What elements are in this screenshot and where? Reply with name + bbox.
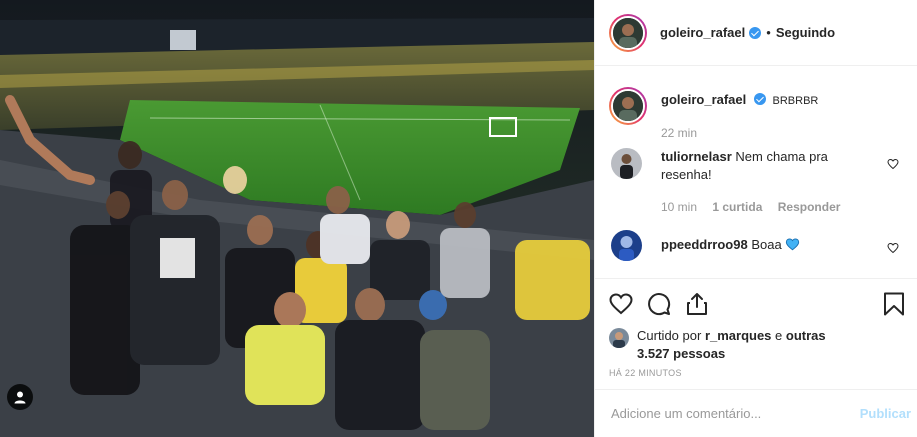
add-comment-bar: Publicar [595, 389, 917, 437]
comment-item: ppeeddrroo98 Boaa [609, 230, 903, 261]
heart-icon[interactable] [609, 292, 633, 316]
comment-like-heart-icon[interactable] [887, 158, 899, 170]
liker-username[interactable]: r_marques [705, 328, 771, 343]
verified-badge-icon [753, 93, 766, 105]
post-timestamp: HÁ 22 MINUTOS [609, 368, 682, 378]
follow-status-button[interactable]: Seguindo [776, 25, 835, 40]
post-sidebar: goleiro_rafael • Seguindo goleiro_rafael… [594, 0, 917, 437]
post-header: goleiro_rafael • Seguindo [595, 0, 917, 66]
share-icon[interactable] [685, 292, 709, 316]
instagram-post: goleiro_rafael • Seguindo goleiro_rafael… [0, 0, 917, 437]
comment-username[interactable]: tuliornelasr [661, 149, 732, 164]
caption-row: goleiro_rafael BRBRBR 22 min [609, 87, 903, 142]
post-photo[interactable] [0, 0, 594, 437]
comment-avatar[interactable] [611, 230, 642, 261]
reply-button[interactable]: Responder [778, 200, 841, 214]
separator-dot: • [766, 25, 771, 40]
caption-username[interactable]: goleiro_rafael [661, 92, 746, 107]
liker-avatar[interactable] [609, 328, 629, 348]
caption-avatar[interactable] [609, 87, 647, 125]
verified-badge-icon [749, 26, 762, 39]
comment-icon[interactable] [647, 292, 671, 316]
comment-item: tuliornelasr Nem chama pra resenha! 10 m… [609, 148, 903, 216]
publish-button[interactable]: Publicar [860, 406, 911, 421]
caption-time: 22 min [661, 126, 698, 140]
comment-text: Boaa [751, 237, 782, 252]
comment-avatar[interactable] [611, 148, 642, 179]
blue-heart-emoji-icon [786, 238, 800, 251]
comments-list: goleiro_rafael BRBRBR 22 min tuliornelas… [595, 67, 917, 278]
avatar[interactable] [609, 13, 647, 52]
author-username[interactable]: goleiro_rafael [660, 25, 745, 40]
user-tag-icon[interactable] [7, 384, 33, 410]
comment-like-heart-icon[interactable] [887, 242, 899, 254]
likes-summary: Curtido por r_marques e outras 3.527 pes… [609, 327, 905, 363]
caption-text: BRBRBR [772, 95, 819, 107]
likes-connector: e [775, 328, 783, 343]
bookmark-icon[interactable] [883, 292, 905, 316]
comment-likes-link[interactable]: 1 curtida [712, 200, 762, 214]
comment-username[interactable]: ppeeddrroo98 [661, 237, 748, 252]
stadium-photo [0, 0, 594, 437]
post-actions: Curtido por r_marques e outras 3.527 pes… [595, 278, 917, 378]
comment-input[interactable] [611, 406, 860, 421]
comment-time: 10 min [661, 200, 698, 214]
likes-prefix: Curtido por [637, 328, 702, 343]
